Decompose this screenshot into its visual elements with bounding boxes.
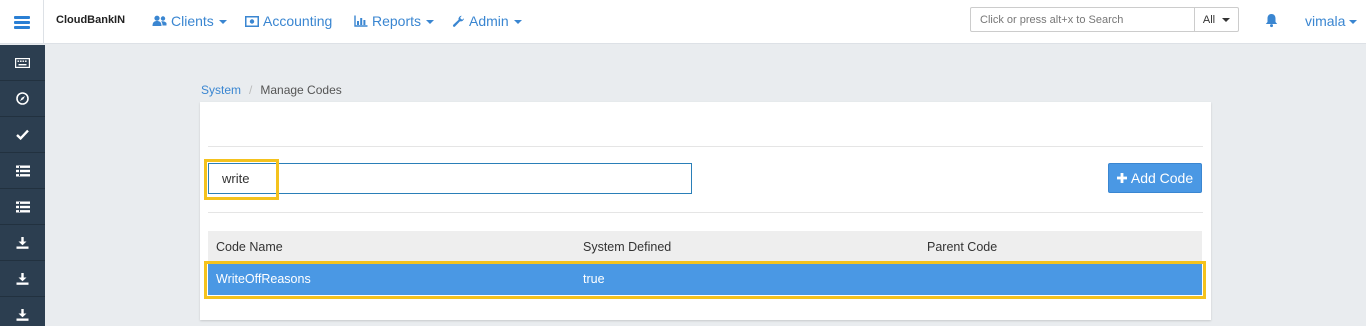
divider [208,212,1203,213]
nav-admin[interactable]: Admin [452,13,522,29]
sidebar-item-download-1[interactable] [0,225,45,261]
sidebar-item-checker[interactable] [0,117,45,153]
sidebar-item-list-2[interactable] [0,189,45,225]
nav-clients[interactable]: Clients [152,13,227,29]
search-scope-dropdown[interactable]: All [1194,8,1238,31]
top-navbar: CloudBankIN Clients Accounting Reports A… [0,0,1366,44]
cell-code-name: WriteOffReasons [216,272,311,286]
filter-input[interactable] [208,163,692,194]
codes-table: Code Name System Defined Parent Code Wri… [208,231,1202,295]
global-search: All [970,7,1239,32]
brand-logo[interactable]: CloudBankIN [56,14,125,26]
breadcrumb-separator: / [249,83,253,97]
bar-chart-icon [354,15,368,27]
table-header-row: Code Name System Defined Parent Code [208,231,1202,263]
menu-toggle-button[interactable] [0,0,44,44]
chevron-down-icon [1349,19,1358,24]
nav-admin-label: Admin [469,13,509,29]
user-menu[interactable]: vimala [1305,13,1358,29]
add-code-label: Add Code [1130,170,1194,186]
plus-icon [1116,173,1127,183]
users-icon [152,15,167,26]
keyboard-icon [15,57,30,68]
divider [208,146,1203,147]
nav-reports[interactable]: Reports [354,13,435,29]
breadcrumb-system-link[interactable]: System [201,83,241,97]
list-icon [15,165,30,176]
sidebar-item-download-2[interactable] [0,261,45,297]
sidebar-item-navigation[interactable] [0,81,45,117]
wrench-icon [452,15,464,27]
user-name: vimala [1305,13,1346,29]
hamburger-icon [13,15,30,29]
check-icon [16,129,29,140]
search-input[interactable] [971,8,1194,31]
chevron-down-icon [513,19,522,24]
sidebar-item-keyboard[interactable] [0,45,45,81]
cell-system-defined: true [583,272,605,286]
breadcrumb: System / Manage Codes [201,83,342,97]
download-icon [16,236,29,249]
download-icon [16,308,29,321]
column-header-parent-code[interactable]: Parent Code [927,231,997,263]
compass-icon [16,92,29,105]
nav-accounting-label: Accounting [263,13,333,29]
column-header-system-defined[interactable]: System Defined [583,231,671,263]
table-row[interactable]: WriteOffReasons true [208,263,1202,295]
nav-reports-label: Reports [372,13,422,29]
nav-accounting[interactable]: Accounting [245,13,332,29]
chevron-down-icon [1222,18,1231,22]
notifications-button[interactable] [1265,13,1278,31]
add-code-button[interactable]: Add Code [1108,163,1202,193]
column-header-code-name[interactable]: Code Name [216,231,283,263]
sidebar-item-list-1[interactable] [0,153,45,189]
sidebar [0,45,45,326]
download-icon [16,272,29,285]
nav-clients-label: Clients [171,13,214,29]
chevron-down-icon [218,19,227,24]
search-scope-label: All [1202,13,1216,26]
money-icon [245,15,259,27]
list-icon [15,201,30,212]
manage-codes-card: Add Code Code Name System Defined Parent… [200,102,1211,320]
bell-icon [1265,14,1278,28]
breadcrumb-current: Manage Codes [260,83,342,97]
sidebar-item-download-3[interactable] [0,297,45,326]
chevron-down-icon [426,19,435,24]
